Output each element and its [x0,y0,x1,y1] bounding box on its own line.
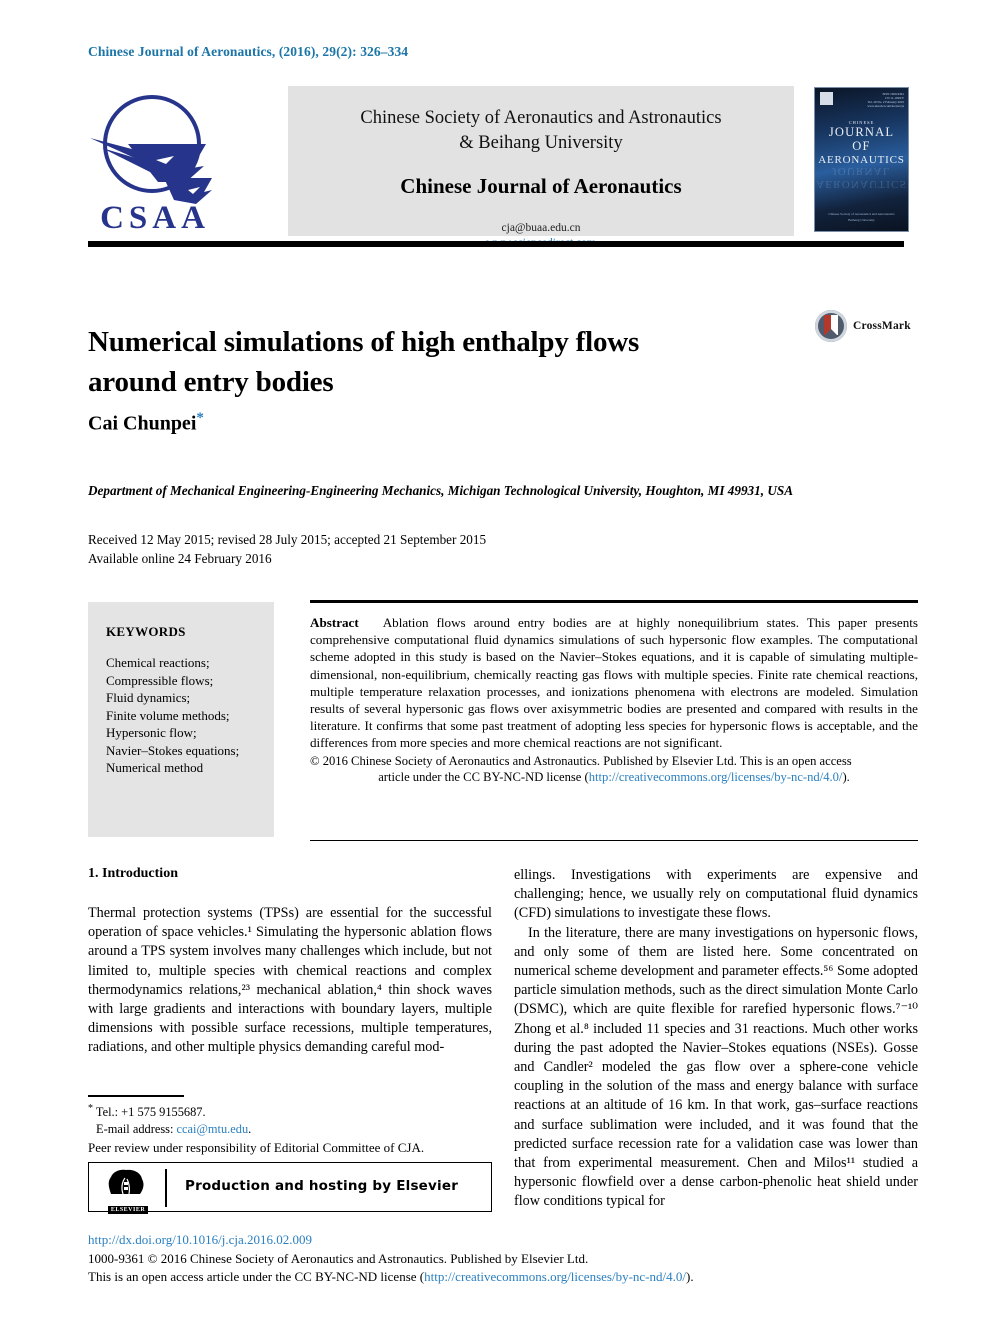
running-head: Chinese Journal of Aeronautics, (2016), … [88,44,409,59]
page-footer: http://dx.doi.org/10.1016/j.cja.2016.02.… [88,1231,918,1287]
peer-review-note: Peer review under responsibility of Edit… [88,1140,425,1155]
footnote-email-label: E-mail address: [96,1122,174,1137]
footnote-email-link[interactable]: ccai@mtu.edu [177,1122,249,1136]
cover-title-line-2: OF [852,139,871,153]
elsevier-logo: ELSEVIER [103,1168,153,1214]
page-title: Numerical simulations of high enthalpy f… [88,326,640,399]
abstract-top-rule [310,600,918,603]
society-line-1: Chinese Society of Aeronautics and Astro… [360,108,722,128]
cover-footer-line-2: Beihang University [848,218,875,222]
abstract-license-pre: article under the CC BY-NC-ND license ( [378,769,589,784]
journal-masthead: CSAA Chinese Society of Aeronautics and … [88,86,909,249]
footnote-rule [88,1095,184,1097]
abstract-block: Abstract Ablation flows around entry bod… [310,614,918,785]
csaa-logo-text: CSAA [100,200,210,236]
abstract-license-link[interactable]: http://creativecommons.org/licenses/by-n… [589,770,843,784]
abstract-label: Abstract [310,615,359,630]
masthead-banner: Chinese Society of Aeronautics and Astro… [288,86,794,249]
society-name: Chinese Society of Aeronautics and Astro… [288,106,794,156]
license-link[interactable]: http://creativecommons.org/licenses/by-n… [424,1269,686,1284]
masthead-divider [88,241,904,247]
keyword-item: Chemical reactions; [106,655,210,670]
crossmark-notch-shape [824,329,838,336]
footnote-email: E-mail address: ccai@mtu.edu. [88,1121,508,1138]
elsevier-wordmark: ELSEVIER [107,1206,149,1214]
elsevier-banner-text: Production and hosting by Elsevier [185,1178,459,1194]
keywords-list: Chemical reactions; Compressible flows; … [106,654,256,777]
cover-title-reflection: AERONAUTICS JOURNAL [816,165,907,190]
abstract-license-post: ). [842,769,850,784]
keyword-item: Finite volume methods; [106,707,230,723]
footnote-email-suffix: . [248,1122,252,1137]
keyword-item: Navier–Stokes equations; [106,742,240,758]
keyword-item: Numerical method [106,760,204,775]
abstract-copyright-line-1: © 2016 Chinese Society of Aeronautics an… [310,753,852,768]
crossmark-icon [815,310,847,342]
journal-cover-image: ISSN 1000-9361 CN 11-1929/V Vol. 29 No. 2 … [814,87,909,232]
crossmark-label: CrossMark [853,320,911,332]
keyword-item: Hypersonic flow; [106,725,197,740]
license-post-text: ). [685,1269,694,1284]
author-affiliation: Department of Mechanical Engineering-Eng… [88,483,793,498]
keyword-item: Compressible flows; [106,672,214,688]
footnote-tel-text: Tel.: +1 575 9155687. [95,1105,206,1120]
section-heading-introduction: 1. Introduction [88,866,178,881]
license-pre-text: This is an open access article under the… [88,1269,425,1284]
society-line-2: & Beihang University [459,133,623,153]
journal-email: cja@buaa.edu.cn [501,222,581,234]
received-dates: Received 12 May 2015; revised 28 July 20… [88,532,487,547]
author-name: Cai Chunpei* [88,410,204,436]
author-label: Cai Chunpei [88,412,197,435]
issn-copyright-line: 1000-9361 © 2016 Chinese Society of Aero… [88,1250,589,1266]
cover-title: CHINESE JOURNAL OF AERONAUTICS [815,120,908,167]
keyword-item: Fluid dynamics; [106,690,191,705]
csaa-logo-graphic: CSAA [90,95,212,236]
abstract-bottom-rule [310,840,918,841]
intro-paragraph-right-2: In the literature, there are many invest… [514,924,918,1210]
available-online-date: Available online 24 February 2016 [88,551,272,566]
footnote-block: * Tel.: +1 575 9155687. E-mail address: … [88,1100,508,1138]
elsevier-banner-divider [165,1169,167,1207]
cover-issn-text: ISSN 1000-9361 CN 11-1929/V Vol. 29 No. 2 … [867,92,904,108]
footnote-tel: * Tel.: +1 575 9155687. [88,1100,508,1121]
cover-footer: Chinese Society of Aeronautics and Astro… [815,211,908,223]
elsevier-tree-icon [108,1169,144,1195]
body-column-left: 1. Introduction Thermal protection syste… [88,866,492,1058]
keywords-heading: KEYWORDS [106,624,186,639]
keywords-box: KEYWORDS Chemical reactions; Compressibl… [88,602,274,837]
elsevier-hosting-banner: ELSEVIER Production and hosting by Elsev… [88,1162,492,1214]
body-column-right: ellings. Investigations with experiments… [514,866,918,1212]
footnote-marker: * [88,1103,93,1114]
article-dates: Received 12 May 2015; revised 28 July 20… [88,530,486,568]
csaa-logo: CSAA [88,86,222,236]
abstract-body: Ablation flows around entry bodies are a… [310,615,919,751]
paper-page: Chinese Journal of Aeronautics, (2016), … [0,0,992,1323]
intro-paragraph-right-1: ellings. Investigations with experiments… [514,867,918,922]
license-line: This is an open access article under the… [88,1268,918,1287]
journal-title: Chinese Journal of Aeronautics [400,174,682,198]
elsevier-mark-icon [820,92,833,105]
author-corresponding-marker: * [196,410,204,426]
abstract-copyright: © 2016 Chinese Society of Aeronautics an… [310,753,918,785]
doi-link[interactable]: http://dx.doi.org/10.1016/j.cja.2016.02.… [88,1231,918,1250]
abstract-text-wrap: Abstract Ablation flows around entry bod… [310,614,918,752]
crossmark-badge[interactable]: CrossMark [815,310,920,344]
intro-paragraph-left: Thermal protection systems (TPSs) are es… [88,905,492,1056]
cover-title-line-1: JOURNAL [828,125,895,139]
